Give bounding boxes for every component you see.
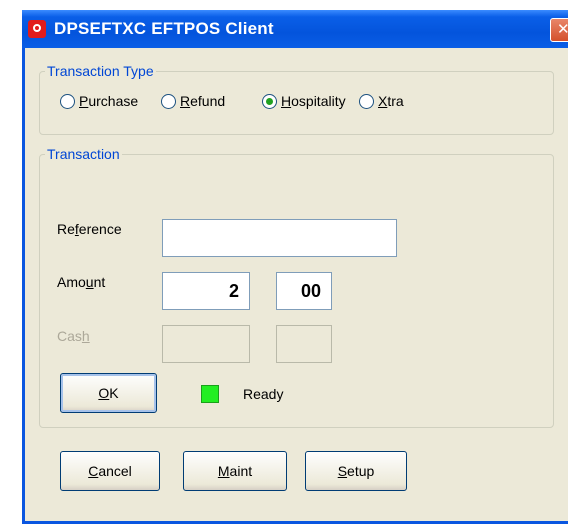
client-area: Transaction Type Purchase Refund Hospita… (25, 48, 568, 521)
reference-label: Reference (57, 221, 122, 237)
transaction-legend: Transaction (47, 146, 120, 162)
radio-xtra-label: Xtra (378, 93, 404, 109)
cash-dollars-input (162, 325, 250, 363)
radio-refund-circle[interactable] (161, 93, 176, 109)
radio-purchase-label: Purchase (79, 93, 139, 109)
radio-purchase-circle[interactable] (60, 93, 75, 109)
app-icon (28, 20, 46, 38)
status-text: Ready (243, 386, 284, 402)
radio-xtra-circle[interactable] (359, 93, 374, 109)
transaction-type-legend: Transaction Type (47, 63, 154, 79)
ready-status-indicator (201, 385, 219, 403)
radio-purchase[interactable]: Purchase (60, 92, 138, 110)
amount-dollars-input[interactable]: 2 (162, 272, 250, 310)
amount-cents-input[interactable]: 00 (276, 272, 332, 310)
ok-button[interactable]: OK (60, 373, 157, 413)
radio-xtra[interactable]: Xtra (359, 92, 404, 110)
radio-hospitality-circle[interactable] (262, 93, 277, 109)
eftpos-client-window: DPSEFTXC EFTPOS Client ✕ Transaction Typ… (22, 10, 568, 524)
cancel-button[interactable]: Cancel (60, 451, 160, 491)
radio-hospitality-label: Hospitality (281, 93, 346, 109)
window-title: DPSEFTXC EFTPOS Client (54, 19, 274, 38)
close-button[interactable]: ✕ (550, 18, 568, 42)
setup-button[interactable]: Setup (305, 451, 407, 491)
reference-input[interactable] (162, 219, 397, 257)
radio-hospitality[interactable]: Hospitality (262, 92, 346, 110)
radio-refund-label: Refund (180, 93, 226, 109)
title-bar[interactable]: DPSEFTXC EFTPOS Client ✕ (22, 10, 568, 48)
cash-cents-input (276, 325, 332, 363)
cash-label: Cash (57, 328, 90, 344)
amount-label: Amount (57, 274, 106, 290)
radio-refund[interactable]: Refund (161, 92, 225, 110)
maint-button[interactable]: Maint (183, 451, 287, 491)
